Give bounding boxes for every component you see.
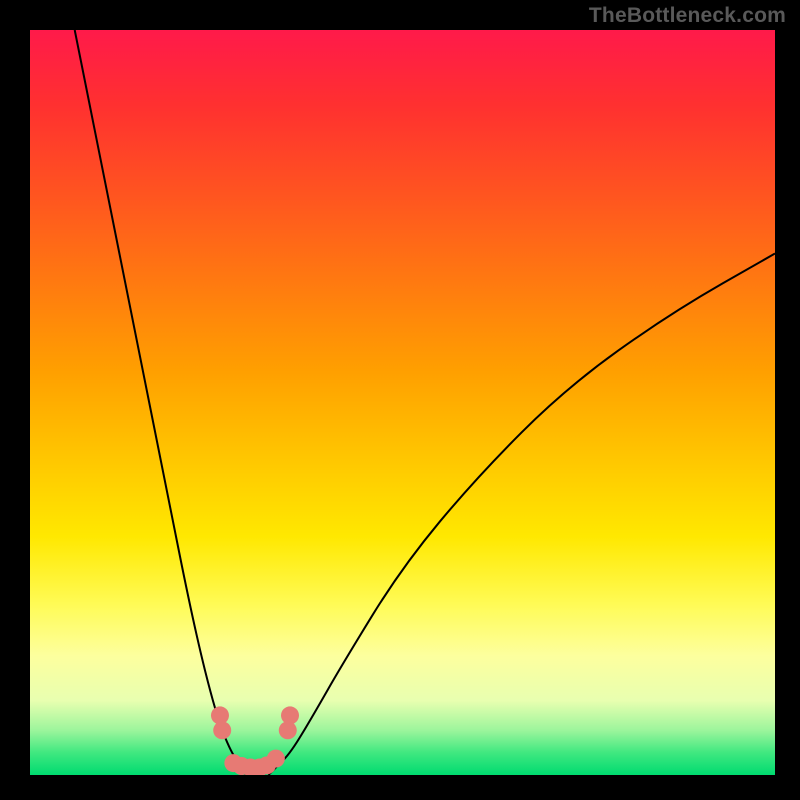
chart-frame: TheBottleneck.com xyxy=(0,0,800,800)
chart-svg xyxy=(30,30,775,775)
curve-right xyxy=(268,254,775,776)
marker-point xyxy=(281,706,299,724)
marker-point xyxy=(267,750,285,768)
plot-area xyxy=(30,30,775,775)
curve-left xyxy=(75,30,246,775)
watermark-text: TheBottleneck.com xyxy=(589,4,786,28)
highlight-markers xyxy=(211,706,299,775)
marker-point xyxy=(213,721,231,739)
